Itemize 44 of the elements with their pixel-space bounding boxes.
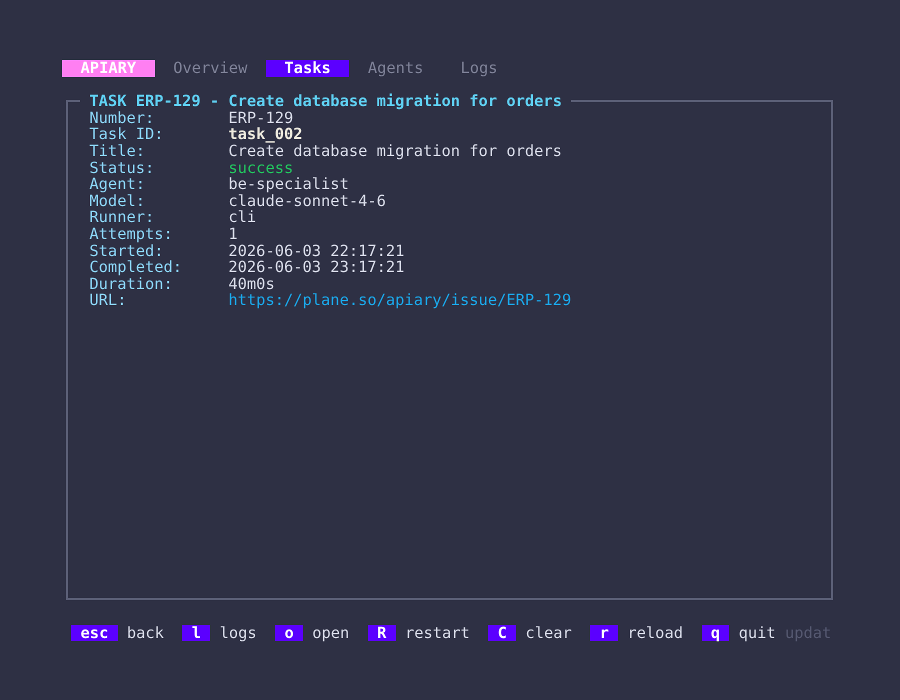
field-value: be-specialist bbox=[228, 176, 350, 193]
status-value: success bbox=[228, 160, 294, 176]
field-label: Title: bbox=[89, 142, 146, 160]
field-label: Model: bbox=[89, 192, 146, 210]
shortcut-key: r bbox=[590, 624, 618, 642]
shortcut-key: l bbox=[182, 624, 210, 642]
shortcut-label: logs bbox=[220, 624, 257, 642]
field-label: Started: bbox=[89, 242, 164, 260]
field-value: 2026-06-03 22:17:21 bbox=[228, 242, 406, 260]
shortcut-key: C bbox=[488, 624, 516, 642]
field-label: Duration: bbox=[89, 276, 173, 292]
field-label: Agent: bbox=[89, 176, 146, 193]
field-label: Status: bbox=[89, 160, 156, 176]
nav-tab[interactable]: Agents bbox=[349, 60, 442, 77]
app-name: APIARY bbox=[62, 60, 155, 77]
field-value: task_002 bbox=[228, 126, 304, 143]
field-value: 1 bbox=[228, 226, 239, 243]
shortcut-key: o bbox=[275, 624, 303, 642]
shortcut-key: R bbox=[368, 624, 396, 642]
field-value: cli bbox=[228, 209, 258, 226]
field-label: Task ID: bbox=[89, 126, 165, 143]
panel-title: TASK ERP-129 - Create database migration for orders bbox=[88, 93, 563, 110]
shortcut-label: quit bbox=[738, 624, 776, 642]
field-value: 2026-06-03 23:17:21 bbox=[228, 259, 406, 276]
shortcut-label: restart bbox=[404, 624, 470, 642]
field-value: 40m0s bbox=[228, 276, 276, 292]
field-label: Number: bbox=[89, 110, 156, 126]
url-link[interactable]: https://plane.so/apiary/issue/ERP-129 bbox=[228, 292, 572, 309]
field-value: claude-sonnet-4-6 bbox=[228, 192, 387, 210]
field-label: Completed: bbox=[89, 259, 184, 276]
shortcut-key: q bbox=[702, 624, 730, 642]
shortcut-label: clear bbox=[525, 624, 572, 642]
field-value: Create database migration for orders bbox=[228, 142, 563, 160]
nav-tab[interactable]: Logs bbox=[442, 60, 516, 77]
nav-tab[interactable]: Tasks bbox=[266, 60, 350, 77]
shortcut-label: back bbox=[126, 624, 164, 642]
field-label: Attempts: bbox=[89, 226, 174, 243]
shortcut-label: reload bbox=[627, 624, 683, 642]
field-label: URL: bbox=[89, 292, 128, 309]
field-label: Runner: bbox=[89, 209, 156, 226]
shortcut-label: open bbox=[312, 624, 350, 642]
shortcut-key: esc bbox=[71, 624, 118, 642]
field-value: ERP-129 bbox=[228, 110, 294, 126]
nav-tab[interactable]: Overview bbox=[154, 60, 266, 77]
